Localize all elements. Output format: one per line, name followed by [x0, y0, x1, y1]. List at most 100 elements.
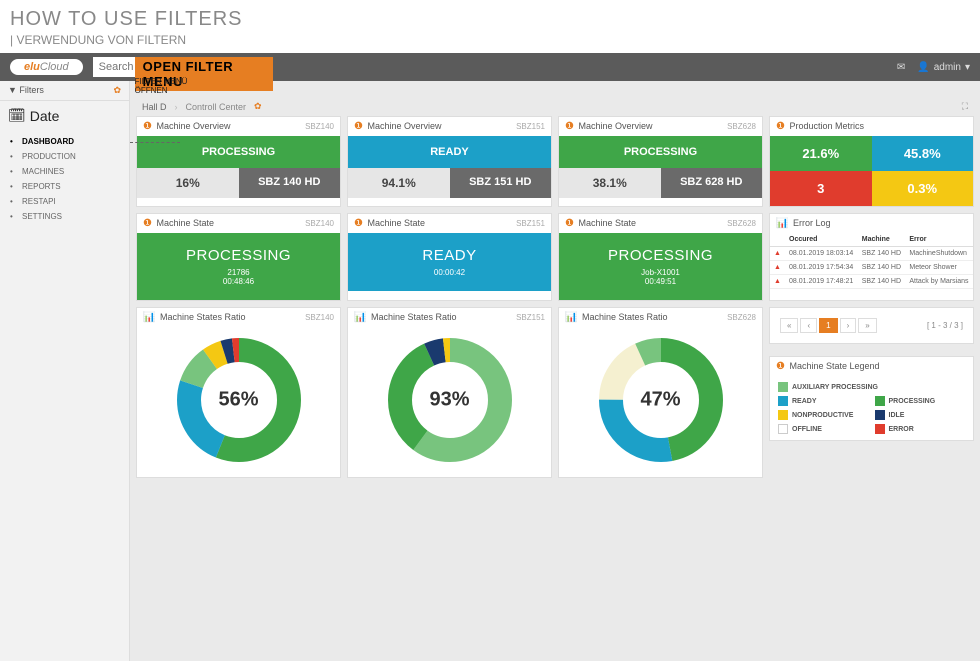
- overview-pct: 38.1%: [559, 168, 661, 198]
- card-header: 📊 Machine States RatioSBZ140: [137, 308, 340, 327]
- card-header: ❶ Production Metrics: [770, 117, 973, 136]
- legend-swatch: [778, 382, 788, 392]
- filter-icon: ▼ Filters: [8, 85, 44, 96]
- nav-item-settings[interactable]: •SETTINGS: [0, 209, 129, 224]
- crumb-cc[interactable]: Controll Center: [186, 102, 247, 112]
- ratio-card: 📊 Machine States RatioSBZ15193%: [347, 307, 552, 478]
- legend-card: ❶ Machine State LegendAUXILIARY PROCESSI…: [769, 356, 974, 441]
- status-badge: PROCESSING: [559, 136, 762, 168]
- pager-prev[interactable]: ‹: [800, 318, 817, 333]
- chart-icon: 📊: [354, 312, 366, 323]
- expand-icon[interactable]: ⛶: [962, 101, 968, 112]
- state-body: PROCESSINGJob-X100100:49:51: [559, 233, 762, 300]
- state-body: PROCESSING2178600:48:46: [137, 233, 340, 300]
- legend-item: PROCESSING: [875, 396, 966, 406]
- legend-swatch: [778, 410, 788, 420]
- machine-overview-card: ❶ Machine OverviewSBZ140PROCESSING16%SBZ…: [136, 116, 341, 207]
- user-menu[interactable]: 👤 admin ▾: [917, 62, 970, 73]
- gear-icon[interactable]: ✿: [113, 85, 121, 96]
- legend-swatch: [778, 424, 788, 434]
- machine-state-card: ❶ Machine StateSBZ140PROCESSING2178600:4…: [136, 213, 341, 301]
- right-column: «‹1›» [ 1 - 3 / 3 ] ❶ Machine State Legend…: [769, 307, 974, 478]
- warning-icon: ▲: [770, 275, 785, 289]
- card-header: ❶ Machine OverviewSBZ628: [559, 117, 762, 136]
- info-icon: ❶: [776, 361, 785, 372]
- nav-item-restapi[interactable]: •RESTAPI: [0, 194, 129, 209]
- chart-icon: 📊: [565, 312, 577, 323]
- donut-chart: 93%: [348, 327, 551, 477]
- nav-list: •DASHBOARD•PRODUCTION•MACHINES•REPORTS•R…: [0, 130, 129, 228]
- legend-item: IDLE: [875, 410, 966, 420]
- donut-chart: 56%: [137, 327, 340, 477]
- callout-arrow: [130, 142, 180, 143]
- overview-pct: 94.1%: [348, 168, 450, 198]
- messages-icon[interactable]: ✉: [897, 62, 905, 73]
- machine-state-card: ❶ Machine StateSBZ151READY00:00:42: [347, 213, 552, 301]
- machine-overview-card: ❶ Machine OverviewSBZ628PROCESSING38.1%S…: [558, 116, 763, 207]
- info-icon: ❶: [354, 121, 363, 132]
- overview-pct: 16%: [137, 168, 239, 198]
- donut-pct: 47%: [640, 389, 680, 412]
- overview-machine: SBZ 151 HD: [450, 168, 552, 198]
- page-title: HOW TO USE FILTERS | VERWENDUNG VON FILT…: [0, 0, 980, 47]
- machine-state-card: ❶ Machine StateSBZ628PROCESSINGJob-X1001…: [558, 213, 763, 301]
- pager: «‹1›»: [780, 318, 877, 333]
- metric-cell: 0.3%: [872, 171, 974, 206]
- nav-item-reports[interactable]: •REPORTS: [0, 179, 129, 194]
- search-container: OPEN FILTER MENU FILTER MENÜÖFFNEN: [93, 57, 273, 77]
- pager-last[interactable]: »: [858, 318, 876, 333]
- card-header: ❶ Machine StateSBZ140: [137, 214, 340, 233]
- card-header: ❶ Machine OverviewSBZ140: [137, 117, 340, 136]
- nav-item-machines[interactable]: •MACHINES: [0, 164, 129, 179]
- logo[interactable]: eluCloud: [10, 59, 83, 75]
- status-badge: PROCESSING: [137, 136, 340, 168]
- filters-toggle[interactable]: ▼ Filters ✿: [0, 81, 129, 101]
- warning-icon: ▲: [770, 247, 785, 261]
- topbar: eluCloud OPEN FILTER MENU FILTER MENÜÖFF…: [0, 53, 980, 81]
- legend-swatch: [778, 396, 788, 406]
- legend-item: ERROR: [875, 424, 966, 434]
- nav-icon: •: [10, 167, 18, 176]
- table-row[interactable]: ▲08.01.2019 17:48:21SBZ 140 HDAttack by …: [770, 275, 973, 289]
- nav-item-dashboard[interactable]: •DASHBOARD: [0, 134, 129, 149]
- table-row[interactable]: ▲08.01.2019 18:03:14SBZ 140 HDMachineShu…: [770, 247, 973, 261]
- crumb-hall[interactable]: Hall D: [142, 102, 167, 112]
- card-header: ❶ Machine StateSBZ628: [559, 214, 762, 233]
- card-header: ❶ Machine OverviewSBZ151: [348, 117, 551, 136]
- legend-item: READY: [778, 396, 869, 406]
- nav-icon: •: [10, 182, 18, 191]
- legend-swatch: [875, 410, 885, 420]
- chart-icon: 📊: [143, 312, 155, 323]
- overview-machine: SBZ 140 HD: [239, 168, 341, 198]
- info-icon: ❶: [565, 121, 574, 132]
- metric-cell: 45.8%: [872, 136, 974, 171]
- legend-item: NONPRODUCTIVE: [778, 410, 869, 420]
- nav-icon: •: [10, 197, 18, 206]
- title-main: HOW TO USE FILTERS: [10, 8, 970, 31]
- info-icon: ❶: [143, 218, 152, 229]
- table-row[interactable]: ▲08.01.2019 17:54:34SBZ 140 HDMeteor Sho…: [770, 261, 973, 275]
- pager-card: «‹1›» [ 1 - 3 / 3 ]: [769, 307, 974, 344]
- card-header: ❶ Machine State Legend: [770, 357, 973, 376]
- card-header: 📊 Machine States RatioSBZ628: [559, 308, 762, 327]
- machine-overview-card: ❶ Machine OverviewSBZ151READY94.1%SBZ 15…: [347, 116, 552, 207]
- state-body: READY00:00:42: [348, 233, 551, 291]
- pager-page[interactable]: 1: [819, 318, 837, 333]
- title-sub: | VERWENDUNG VON FILTERN: [10, 33, 970, 47]
- pager-first[interactable]: «: [780, 318, 798, 333]
- nav-item-production[interactable]: •PRODUCTION: [0, 149, 129, 164]
- chevron-right-icon: ›: [175, 102, 178, 112]
- nav-icon: •: [10, 152, 18, 161]
- date-header[interactable]: 🗓 Date: [0, 101, 129, 130]
- nav-icon: •: [10, 137, 18, 146]
- main-content: Hall D › Controll Center ✿ ⛶ ❶ Machine O…: [130, 81, 980, 661]
- donut-chart: 47%: [559, 327, 762, 477]
- gear-icon[interactable]: ✿: [254, 101, 262, 112]
- pager-next[interactable]: ›: [840, 318, 857, 333]
- breadcrumb: Hall D › Controll Center ✿ ⛶: [136, 87, 974, 116]
- overview-machine: SBZ 628 HD: [661, 168, 763, 198]
- ratio-card: 📊 Machine States RatioSBZ628 47%: [558, 307, 763, 478]
- error-table: OccuredMachineError▲08.01.2019 18:03:14S…: [770, 233, 973, 289]
- pager-info: [ 1 - 3 / 3 ]: [927, 321, 963, 330]
- sidebar: ▼ Filters ✿ 🗓 Date •DASHBOARD•PRODUCTION…: [0, 81, 130, 661]
